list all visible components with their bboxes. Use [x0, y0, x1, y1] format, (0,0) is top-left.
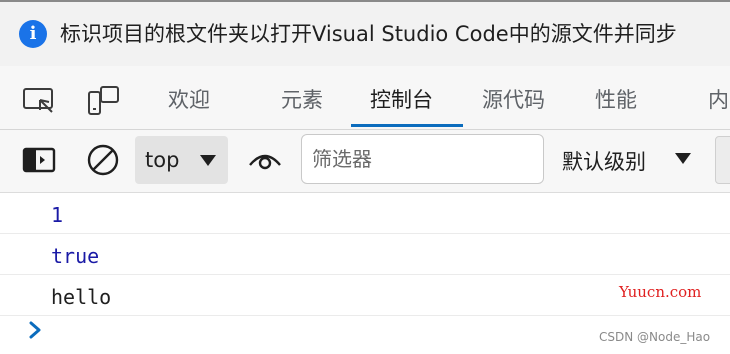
context-selector[interactable]: top	[135, 136, 228, 184]
console-toolbar: top 默认级别	[0, 130, 730, 193]
console-message-text: true	[51, 244, 100, 268]
tab-welcome[interactable]: 欢迎	[168, 84, 210, 114]
show-sidebar-icon[interactable]	[22, 147, 56, 173]
tab-performance[interactable]: 性能	[595, 84, 637, 114]
devtools-tab-bar: 欢迎 元素 控制台 源代码 性能 内	[0, 66, 730, 130]
console-message-text: hello	[51, 285, 112, 309]
device-toolbar-icon[interactable]	[86, 84, 120, 118]
tab-sources[interactable]: 源代码	[482, 84, 545, 114]
credit-text: CSDN @Node_Hao	[599, 330, 711, 344]
filter-input[interactable]	[301, 134, 544, 184]
console-output: 1 true hello Yuucn.com CSDN @Node_Hao	[0, 193, 730, 354]
console-message: 1	[0, 193, 730, 234]
live-expression-eye-icon[interactable]	[248, 149, 282, 171]
console-prompt-icon[interactable]	[28, 321, 42, 339]
console-message-text: 1	[51, 203, 64, 227]
info-icon: i	[19, 20, 47, 48]
clear-console-icon[interactable]	[86, 143, 120, 177]
tab-more[interactable]: 内	[708, 84, 729, 114]
issues-button[interactable]	[715, 136, 730, 184]
chevron-down-icon	[200, 155, 216, 166]
watermark: Yuucn.com	[619, 283, 702, 301]
context-value: top	[145, 148, 180, 172]
log-levels-dropdown[interactable]: 默认级别	[562, 146, 646, 176]
tab-console[interactable]: 控制台	[370, 84, 433, 114]
info-bar: i 标识项目的根文件夹以打开Visual Studio Code中的源文件并同步	[0, 0, 730, 66]
chevron-down-icon[interactable]	[675, 153, 691, 164]
console-message: true	[0, 234, 730, 275]
active-tab-indicator	[351, 124, 463, 127]
info-message: 标识项目的根文件夹以打开Visual Studio Code中的源文件并同步	[60, 22, 677, 46]
tab-elements[interactable]: 元素	[281, 84, 323, 114]
inspect-element-icon[interactable]	[22, 86, 56, 116]
